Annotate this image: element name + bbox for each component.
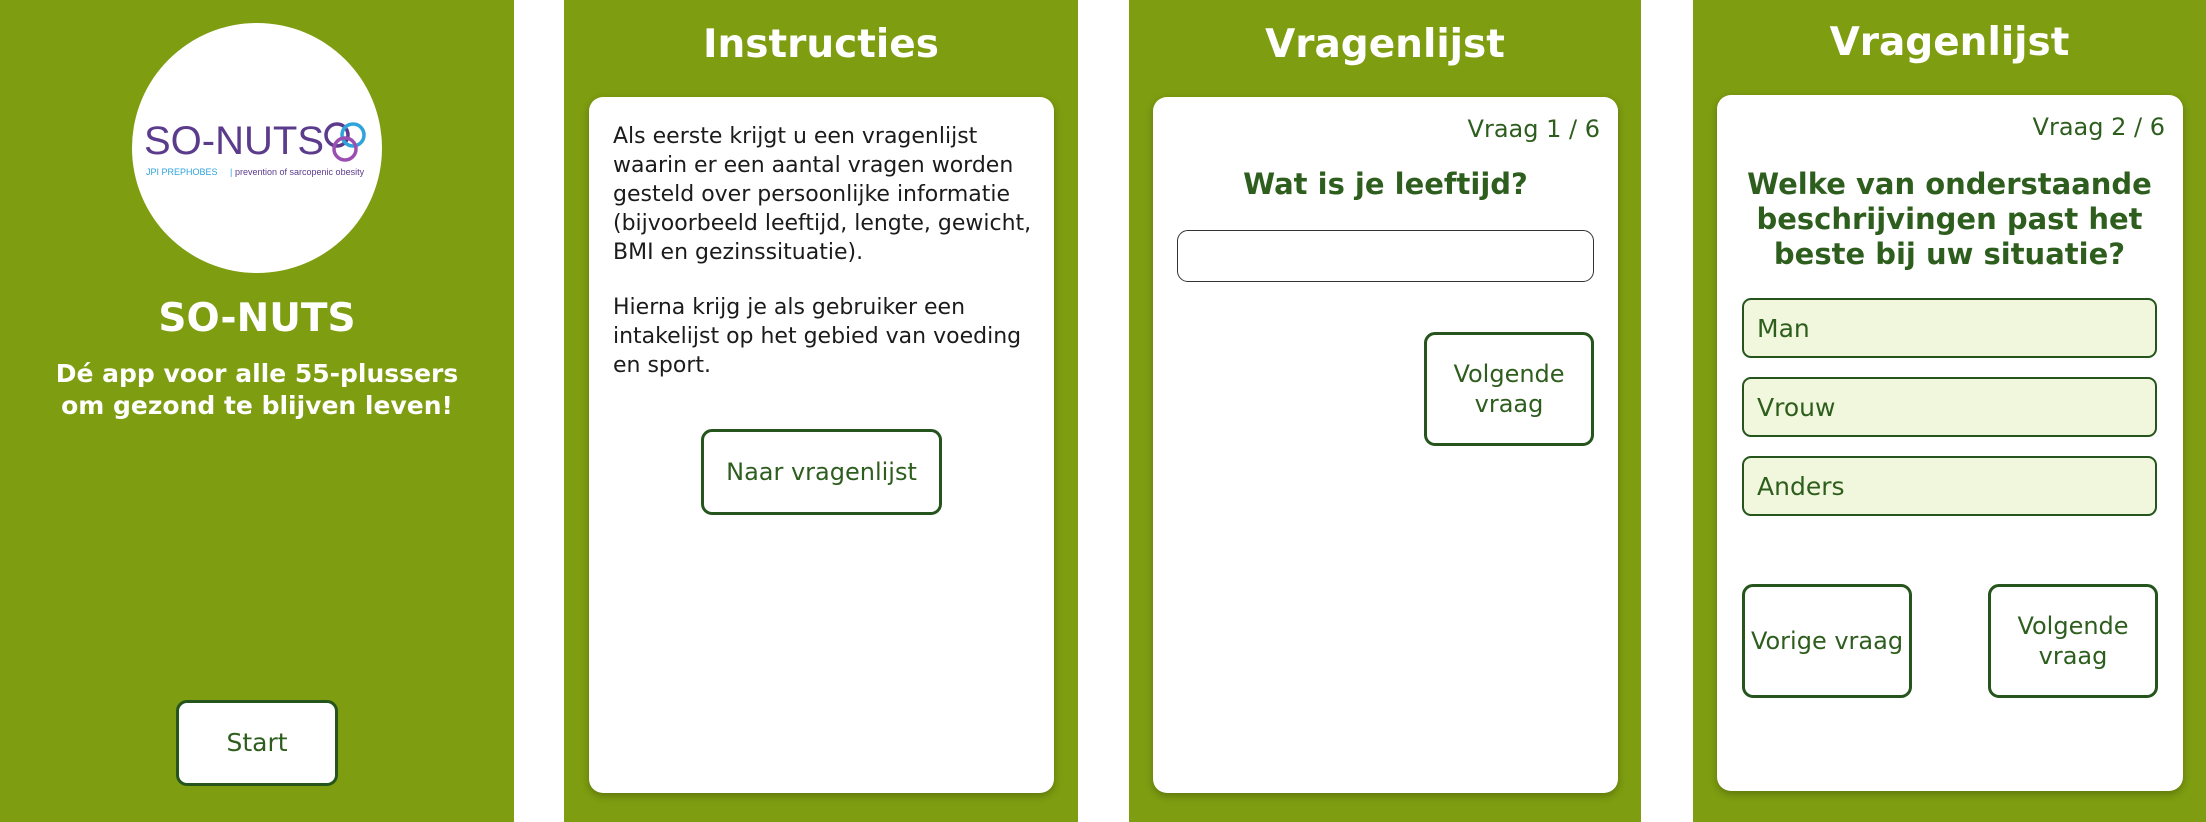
instructions-paragraph: Hierna krijg je als gebruiker een intake… bbox=[613, 295, 1022, 378]
app-name: SO-NUTS bbox=[158, 296, 356, 341]
instructions-screen: Instructies Als eerste krijgt u een vrag… bbox=[564, 0, 1078, 822]
age-input[interactable] bbox=[1177, 230, 1594, 282]
next-question-button[interactable]: Volgende vraag bbox=[1424, 332, 1594, 446]
question-text: Welke van onderstaande beschrijvingen pa… bbox=[1747, 167, 2152, 271]
screen-title: Instructies bbox=[703, 22, 939, 67]
welcome-screen: SO-NUTS JPI PREPHOBES | prevention of sa… bbox=[0, 0, 514, 822]
logo-wordmark: SO-NUTS bbox=[144, 119, 324, 163]
question-2-screen: Vragenlijst Vraag 2 / 6 Welke van onders… bbox=[1693, 0, 2206, 822]
question-counter: Vraag 2 / 6 bbox=[2032, 113, 2165, 141]
question-card: Vraag 1 / 6 Wat is je leeftijd? Volgende… bbox=[1153, 97, 1618, 793]
previous-question-button[interactable]: Vorige vraag bbox=[1742, 584, 1912, 698]
app-tagline: Dé app voor alle 55-plussers om gezond t… bbox=[55, 359, 459, 420]
question-text: Wat is je leeftijd? bbox=[1243, 167, 1528, 201]
svg-text:|: | bbox=[230, 167, 232, 177]
logo-graphic: SO-NUTS JPI PREPHOBES | prevention of sa… bbox=[144, 119, 366, 177]
question-1-screen: Vragenlijst Vraag 1 / 6 Wat is je leefti… bbox=[1129, 0, 1641, 822]
instructions-paragraph: Als eerste krijgt u een vragenlijst waar… bbox=[613, 124, 1032, 265]
so-nuts-logo: SO-NUTS JPI PREPHOBES | prevention of sa… bbox=[132, 23, 382, 273]
answer-option-man[interactable]: Man bbox=[1742, 298, 2157, 358]
start-button[interactable]: Start bbox=[176, 700, 338, 786]
question-card: Vraag 2 / 6 Welke van onderstaande besch… bbox=[1717, 95, 2183, 791]
logo-subtitle-left: JPI PREPHOBES bbox=[146, 167, 218, 177]
answer-option-vrouw[interactable]: Vrouw bbox=[1742, 377, 2157, 437]
question-counter: Vraag 1 / 6 bbox=[1467, 115, 1600, 143]
next-question-button[interactable]: Volgende vraag bbox=[1988, 584, 2158, 698]
screen-title: Vragenlijst bbox=[1265, 22, 1505, 67]
instructions-card: Als eerste krijgt u een vragenlijst waar… bbox=[589, 97, 1054, 793]
logo-subtitle-right: prevention of sarcopenic obesity bbox=[235, 167, 365, 177]
to-questionnaire-button[interactable]: Naar vragenlijst bbox=[701, 429, 942, 515]
screen-title: Vragenlijst bbox=[1829, 20, 2070, 65]
answer-option-anders[interactable]: Anders bbox=[1742, 456, 2157, 516]
